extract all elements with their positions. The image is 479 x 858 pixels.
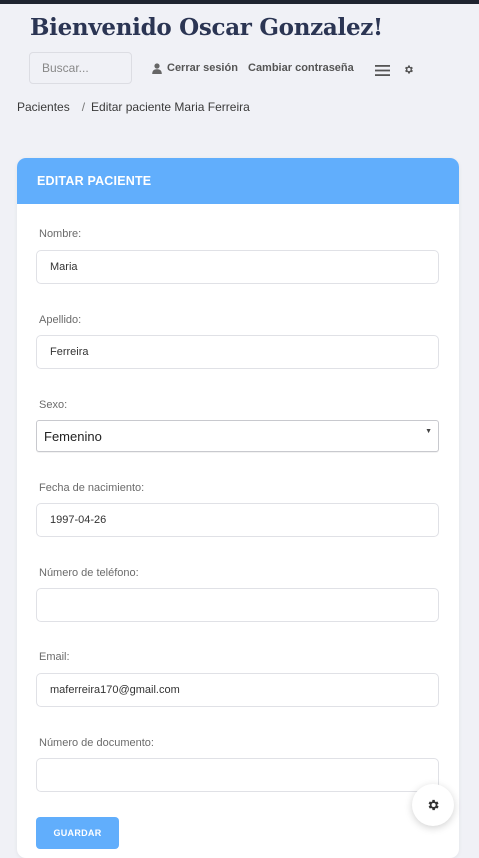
hamburger-menu-icon[interactable]	[375, 63, 390, 81]
settings-fab[interactable]	[412, 784, 454, 826]
gear-icon[interactable]	[403, 62, 414, 80]
fecha-label: Fecha de nacimiento:	[39, 482, 145, 494]
caret-down-icon: ▼	[425, 428, 432, 435]
card-title: EDITAR PACIENTE	[17, 158, 459, 204]
email-label: Email:	[39, 651, 70, 663]
logout-label: Cerrar sesión	[167, 62, 238, 74]
nombre-label: Nombre:	[39, 228, 82, 240]
fecha-nacimiento-input[interactable]	[36, 503, 439, 537]
user-icon	[152, 62, 162, 74]
change-password-link[interactable]: Cambiar contraseña	[248, 60, 354, 76]
edit-patient-card: EDITAR PACIENTE Nombre: Apellido: Sexo: …	[17, 158, 459, 858]
search-input[interactable]	[29, 52, 132, 84]
telefono-input[interactable]	[36, 588, 439, 622]
documento-label: Número de documento:	[39, 737, 154, 749]
breadcrumb-separator: /	[81, 100, 86, 114]
breadcrumb-current: Editar paciente Maria Ferreira	[91, 100, 250, 114]
gear-icon	[426, 798, 440, 812]
sexo-label: Sexo:	[39, 399, 68, 411]
logout-link[interactable]: Cerrar sesión	[152, 60, 238, 76]
change-password-label: Cambiar contraseña	[248, 62, 354, 74]
telefono-label: Número de teléfono:	[39, 567, 139, 579]
apellido-input[interactable]	[36, 335, 439, 369]
breadcrumb-root[interactable]: Pacientes	[17, 100, 70, 114]
email-input[interactable]	[36, 673, 439, 707]
top-bar	[0, 0, 479, 4]
breadcrumb: Pacientes / Editar paciente Maria Ferreira	[17, 100, 250, 114]
apellido-label: Apellido:	[39, 314, 82, 326]
nombre-input[interactable]	[36, 250, 439, 284]
documento-input[interactable]	[36, 758, 439, 792]
sexo-select[interactable]: Femenino ▼	[36, 420, 439, 452]
sexo-selected-value: Femenino	[44, 428, 102, 444]
save-button[interactable]: GUARDAR	[36, 817, 119, 849]
welcome-title: Bienvenido Oscar Gonzalez!	[30, 14, 383, 41]
